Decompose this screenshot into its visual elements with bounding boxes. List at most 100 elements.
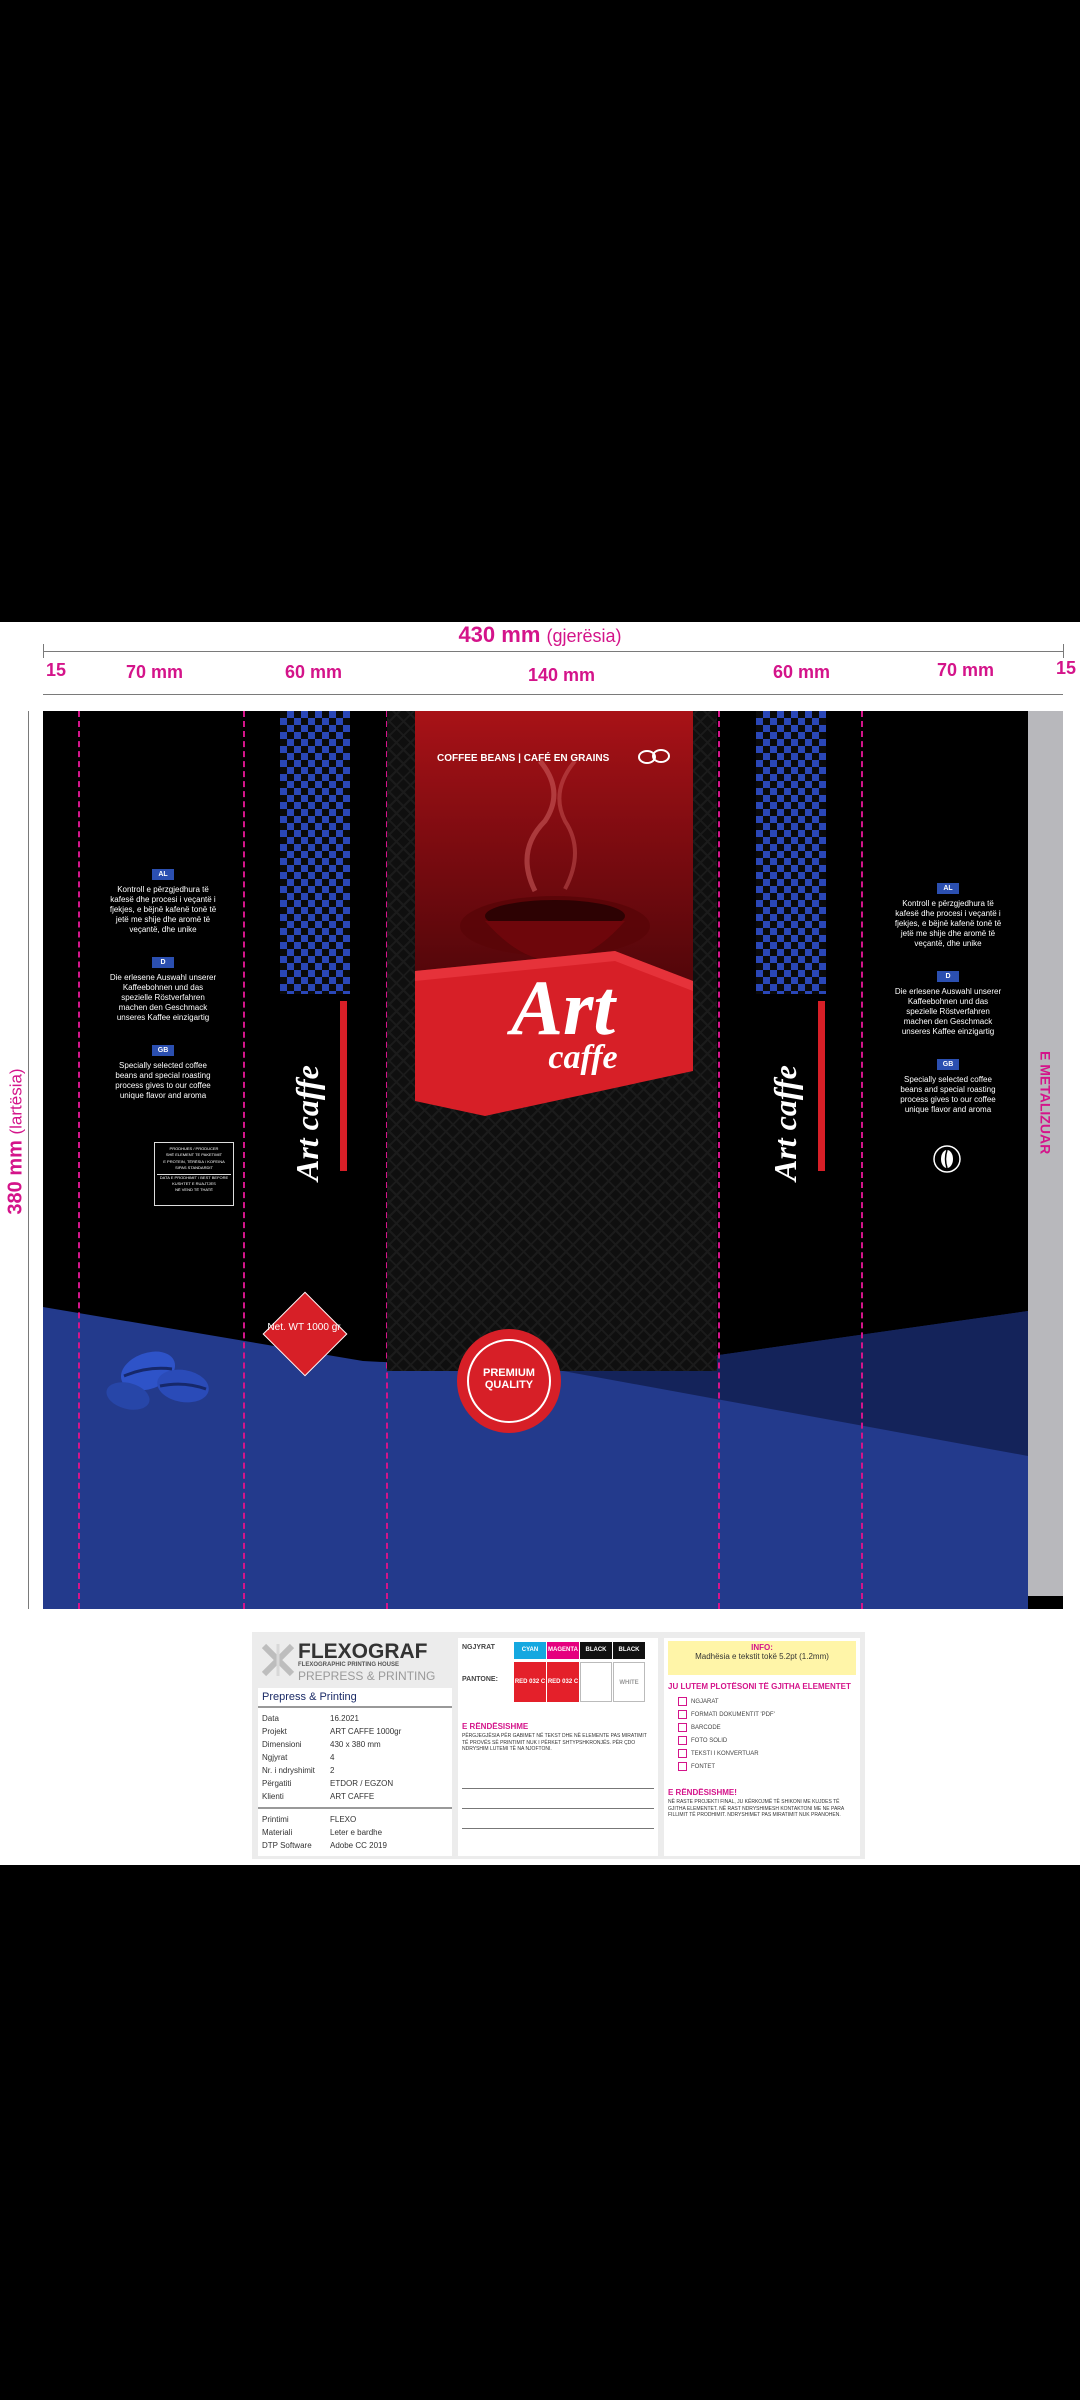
job-details: Prepress & Printing Data 16.2021 Projekt AR… bbox=[258, 1688, 452, 1856]
info-row-label: Klienti bbox=[262, 1792, 284, 1801]
print-rows: Printimi FLEXO Materiali Leter e bardhe DTP … bbox=[258, 1809, 452, 1852]
red-accent-bar bbox=[818, 1001, 825, 1171]
info-row: DTP Software Adobe CC 2019 bbox=[262, 1839, 448, 1852]
important2-text: NË RASTE PROJEKTI FINAL, JU KËRKOJMË TË … bbox=[668, 1799, 844, 1818]
checkbox[interactable] bbox=[678, 1748, 687, 1758]
description-de: Die erlesene Auswahl unserer Kaffeebohne… bbox=[109, 973, 217, 1022]
company-tag: PREPRESS & PRINTING bbox=[298, 1669, 436, 1683]
info-box: INFO: Madhësia e tekstit tokë 5.2pt (1.2… bbox=[668, 1641, 856, 1675]
info-row-label: Printimi bbox=[262, 1815, 289, 1824]
checklist-label: BARCODE bbox=[691, 1725, 721, 1731]
seal-text: PREMIUM QUALITY bbox=[483, 1367, 535, 1392]
color-swatch: MAGENTA bbox=[547, 1642, 579, 1659]
info-row-label: Dimensioni bbox=[262, 1740, 302, 1749]
metallized-strip: E METALIZUAR bbox=[1028, 1051, 1063, 1291]
segment-label: 15 bbox=[1056, 658, 1077, 678]
flexograf-logo-icon bbox=[261, 1643, 295, 1677]
checklist-item[interactable]: BARCODE bbox=[678, 1722, 775, 1735]
tagline: COFFEE BEANS | CAFÉ EN GRAINS bbox=[437, 753, 610, 764]
description-gb: Specially selected coffee beans and spec… bbox=[115, 1061, 211, 1100]
info-row-value: ETDOR / EGZON bbox=[330, 1779, 394, 1788]
fold-guide bbox=[861, 711, 863, 1609]
checklist-item[interactable]: FONTET bbox=[678, 1761, 775, 1774]
colors-label: NGJYRAT bbox=[462, 1644, 495, 1651]
pantone-label: PANTONE: bbox=[462, 1676, 498, 1683]
height-dimension-line bbox=[28, 711, 29, 1609]
company-sub: FLEXOGRAPHIC PRINTING HOUSE bbox=[298, 1662, 400, 1668]
fold-guide bbox=[78, 711, 80, 1609]
checklist: NGJARAT FORMATI DOKUMENTIT 'PDF' BARCODE FO… bbox=[678, 1696, 775, 1774]
info-row: Materiali Leter e bardhe bbox=[262, 1826, 448, 1839]
company-header: FLEXOGRAF FLEXOGRAPHIC PRINTING HOUSE PR… bbox=[260, 1638, 448, 1684]
info-row-value: ART CAFFE 1000gr bbox=[330, 1727, 402, 1736]
info-row-label: Projekt bbox=[262, 1727, 287, 1736]
segment-label: 70 mm bbox=[937, 660, 995, 680]
important2-title: E RËNDËSISHME! bbox=[668, 1788, 737, 1797]
checkbox[interactable] bbox=[678, 1709, 687, 1719]
product-info-box: PRODHUES / PRODUCER SHË ELEMENT TE PAKET… bbox=[154, 1142, 234, 1206]
checkbox[interactable] bbox=[678, 1722, 687, 1732]
brand-name-bottom: caffe bbox=[548, 1039, 618, 1076]
info-row: Dimensioni 430 x 380 mm bbox=[262, 1738, 448, 1751]
company-name: FLEXOGRAF bbox=[298, 1640, 428, 1663]
checklist-label: TEKSTI I KONVERTUAR bbox=[691, 1751, 759, 1757]
info-row-value: 430 x 380 mm bbox=[330, 1740, 381, 1749]
info-row: Përgatiti ETDOR / EGZON bbox=[262, 1777, 448, 1790]
color-swatch: RED 032 C bbox=[547, 1662, 579, 1702]
language-badge: AL bbox=[152, 869, 174, 880]
checklist-item[interactable]: TEKSTI I KONVERTUAR bbox=[678, 1748, 775, 1761]
checklist-label: FOTO SOLID bbox=[691, 1738, 728, 1744]
width-tick bbox=[43, 644, 44, 658]
color-swatch: CYAN bbox=[514, 1642, 546, 1659]
info-row-label: Nr. i ndryshimit bbox=[262, 1766, 315, 1775]
info-row: Nr. i ndryshimit 2 bbox=[262, 1764, 448, 1777]
red-accent-bar bbox=[340, 1001, 347, 1171]
fold-guide bbox=[718, 711, 720, 1609]
segment-label: 140 mm bbox=[528, 665, 596, 685]
checklist-item[interactable]: FORMATI DOKUMENTIT 'PDF' bbox=[678, 1709, 775, 1722]
language-badge: AL bbox=[937, 883, 959, 894]
bag-artwork: AL Kontroll e përzgjedhura të kafesë dhe… bbox=[43, 711, 1063, 1609]
coffee-bean-icon bbox=[933, 1145, 961, 1173]
color-swatch bbox=[580, 1662, 612, 1702]
info-row: Projekt ART CAFFE 1000gr bbox=[262, 1725, 448, 1738]
fold-guide bbox=[243, 711, 245, 1609]
description-al: Kontroll e përzgjedhura të kafesë dhe pr… bbox=[894, 899, 1002, 948]
side-brand-left: Art caffe bbox=[289, 1065, 325, 1181]
coffee-beans-icon bbox=[106, 1351, 209, 1410]
request-title: JU LUTEM PLOTËSONI TË GJITHA ELEMENTET bbox=[668, 1682, 851, 1691]
info-row-value: 16.2021 bbox=[330, 1714, 359, 1723]
info-title: INFO: bbox=[751, 1643, 773, 1652]
segment-label: 15 bbox=[46, 660, 67, 680]
info-row-label: Data bbox=[262, 1714, 279, 1723]
total-height-label: 380 mm (lartësia) bbox=[4, 1068, 27, 1215]
info-row-value: Leter e bardhe bbox=[330, 1828, 383, 1837]
info-row-label: DTP Software bbox=[262, 1841, 312, 1850]
checkbox[interactable] bbox=[678, 1735, 687, 1745]
color-swatch: BLACK bbox=[580, 1642, 612, 1659]
total-width-label: 430 mm (gjerësia) bbox=[458, 622, 622, 647]
checklist-label: FORMATI DOKUMENTIT 'PDF' bbox=[691, 1712, 775, 1718]
segment-dimension-line bbox=[43, 694, 1063, 695]
info-row-value: 2 bbox=[330, 1766, 335, 1775]
brand-name-top: Art bbox=[510, 964, 616, 1051]
checklist-label: NGJARAT bbox=[691, 1699, 719, 1705]
metallized-label: E METALIZUAR bbox=[1037, 1051, 1054, 1155]
info-row-label: Ngjyrat bbox=[262, 1753, 288, 1762]
requirements-section: INFO: Madhësia e tekstit tokë 5.2pt (1.2… bbox=[664, 1638, 860, 1856]
checkbox[interactable] bbox=[678, 1696, 687, 1706]
info-row: Ngjyrat 4 bbox=[262, 1751, 448, 1764]
gusset-text-right: AL Kontroll e përzgjedhura të kafesë dhe… bbox=[893, 883, 1003, 1115]
checkbox[interactable] bbox=[678, 1761, 687, 1771]
info-row: Printimi FLEXO bbox=[262, 1813, 448, 1826]
info-row-value: FLEXO bbox=[330, 1815, 357, 1824]
language-badge: D bbox=[152, 957, 174, 968]
checklist-item[interactable]: FOTO SOLID bbox=[678, 1735, 775, 1748]
color-swatch: WHITE bbox=[613, 1662, 645, 1702]
description-gb: Specially selected coffee beans and spec… bbox=[900, 1075, 996, 1114]
checklist-label: FONTET bbox=[691, 1764, 715, 1770]
checklist-item[interactable]: NGJARAT bbox=[678, 1696, 775, 1709]
info-row-value: 4 bbox=[330, 1753, 335, 1762]
job-info-panel: FLEXOGRAF FLEXOGRAPHIC PRINTING HOUSE PR… bbox=[252, 1632, 865, 1859]
beans-logo-icon bbox=[638, 749, 670, 764]
